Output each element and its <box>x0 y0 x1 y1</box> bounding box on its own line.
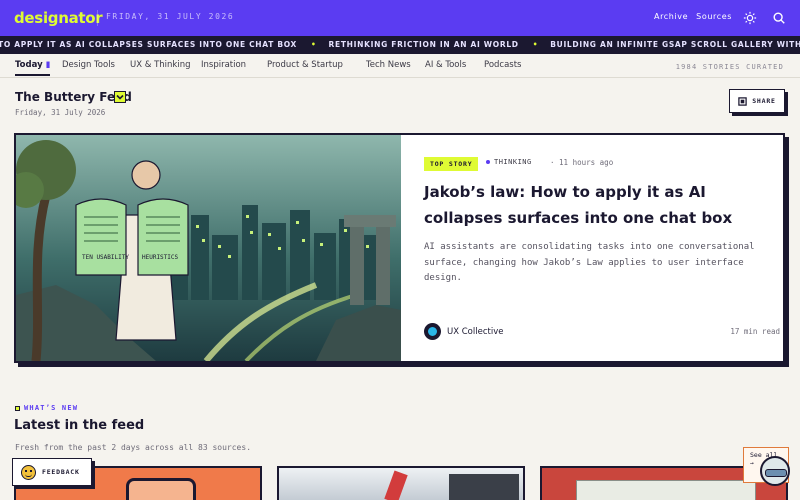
news-ticker: TO APPLY IT AS AI COLLAPSES SURFACES INT… <box>0 36 800 54</box>
share-label: SHARE <box>752 97 776 105</box>
card-thumbnail-detail <box>449 474 519 500</box>
tablet-left-text: TEN USABILITY <box>82 254 129 261</box>
whats-new-kicker: WHAT’S NEW <box>15 404 78 412</box>
story-description: AI assistants are consolidating tasks in… <box>424 242 755 283</box>
feed-card[interactable] <box>277 466 525 500</box>
card-thumbnail <box>126 478 196 500</box>
top-bar: designator FRIDAY, 31 JULY 2026 Archive … <box>0 0 800 36</box>
tab-tech-news[interactable]: Tech News <box>366 60 411 70</box>
nav-archive-link[interactable]: Archive <box>654 12 688 21</box>
chevron-down-icon <box>116 94 124 100</box>
read-time: 17 min read <box>730 327 780 336</box>
tab-ai-tools[interactable]: AI & Tools <box>425 60 466 70</box>
tab-inspiration[interactable]: Inspiration <box>201 60 246 70</box>
story-time: · 11 hours ago <box>550 158 614 167</box>
feedback-button[interactable]: FEEDBACK <box>12 458 92 486</box>
ticker-bullet: • <box>311 40 317 49</box>
share-icon <box>738 96 747 106</box>
header-divider <box>97 10 98 26</box>
ticker-item[interactable]: RETHINKING FRICTION IN AN AI WORLD <box>329 40 519 49</box>
story-tag[interactable]: THINKING <box>486 158 532 166</box>
source-logo-icon <box>424 323 441 340</box>
latest-subtitle: Fresh from the past 2 days across all 83… <box>15 443 252 452</box>
tab-ux-thinking[interactable]: UX & Thinking <box>130 60 190 70</box>
feed-dropdown[interactable] <box>114 91 126 103</box>
ticker-item[interactable]: TO APPLY IT AS AI COLLAPSES SURFACES INT… <box>0 40 297 49</box>
assistant-mascot-icon[interactable] <box>760 456 790 486</box>
theme-toggle-icon[interactable] <box>743 11 757 25</box>
tab-podcasts[interactable]: Podcasts <box>484 60 522 70</box>
stories-count: 1984 STORIES CURATED <box>675 63 784 71</box>
tab-design-tools[interactable]: Design Tools <box>62 60 115 70</box>
ticker-item[interactable]: BUILDING AN INFINITE GSAP SCROLL GALLERY… <box>550 40 800 49</box>
top-story-badge: TOP STORY <box>424 157 479 171</box>
kicker-square-icon <box>15 405 20 411</box>
ticker-bullet: • <box>532 40 539 49</box>
tag-dot-icon <box>486 160 490 164</box>
top-story-card[interactable]: TEN USABILITY HEURISTICS TOP STORY THINK… <box>14 133 785 363</box>
share-button[interactable]: SHARE <box>729 89 785 113</box>
hero-illustration: TEN USABILITY HEURISTICS <box>16 135 401 361</box>
search-icon[interactable] <box>772 11 786 25</box>
feedback-label: FEEDBACK <box>42 468 80 476</box>
header-date: FRIDAY, 31 JULY 2026 <box>106 12 235 21</box>
smiley-icon <box>21 464 36 480</box>
nav-sources-link[interactable]: Sources <box>696 12 732 21</box>
source-name: UX Collective <box>447 326 504 337</box>
site-logo[interactable]: designator <box>14 9 103 27</box>
tab-today[interactable]: Today ▮ <box>15 60 51 76</box>
header-nav: Archive Sources <box>654 12 732 21</box>
card-thumbnail <box>576 480 756 500</box>
feed-date: Friday, 31 July 2026 <box>15 108 106 117</box>
category-tabs: Today ▮ Design Tools UX & Thinking Inspi… <box>0 54 800 78</box>
top-story-body: TOP STORY THINKING · 11 hours ago Jakob’… <box>420 135 780 361</box>
tab-product-startup[interactable]: Product & Startup <box>267 60 343 70</box>
latest-title: Latest in the feed <box>14 418 145 433</box>
story-source[interactable]: UX Collective <box>424 323 503 340</box>
story-title[interactable]: Jakob’s law: How to apply it as AI colla… <box>424 179 774 231</box>
tablet-right-text: HEURISTICS <box>142 254 179 261</box>
